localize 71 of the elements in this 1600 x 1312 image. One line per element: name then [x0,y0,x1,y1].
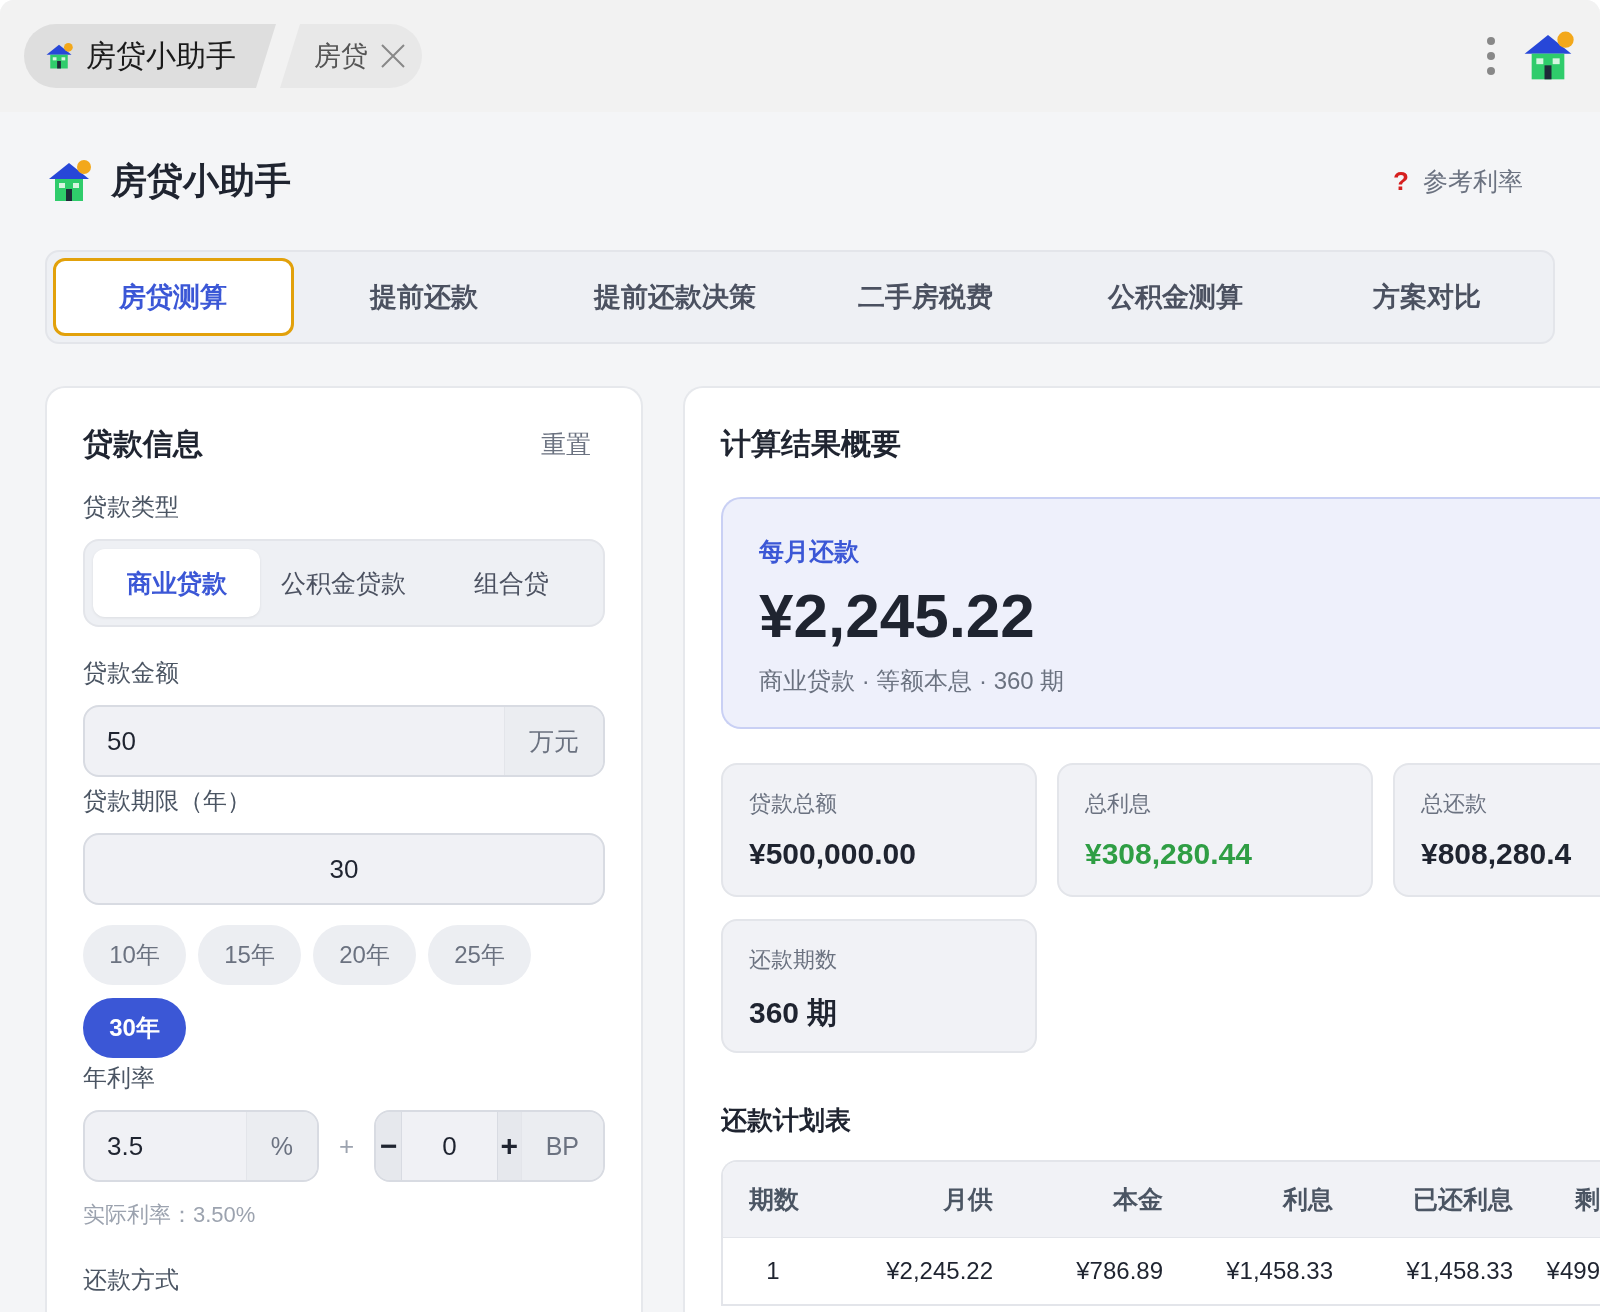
term-chip[interactable]: 20年 [313,925,416,985]
table-cell-text: 1 [765,1257,781,1285]
link-label: 参考利率 [1423,165,1523,197]
window-tab[interactable]: 房贷小助手 [24,24,276,88]
column-header: 月供 [942,1184,993,1215]
column-header: 已还利息 [1412,1184,1513,1215]
tab-label: 房贷 [314,40,368,73]
card-title: 计算结果概要 [721,426,902,462]
table-cell-text: ¥1,458.33 [1225,1257,1333,1285]
field-label: 年利率 [83,1063,156,1093]
nav-tab[interactable]: 二手房税费 [805,258,1046,336]
table-cell-text: ¥786.89 [1075,1257,1163,1285]
term-chip[interactable]: 25年 [428,925,531,985]
column-header: 利息 [1281,1184,1333,1215]
amount-input[interactable]: 50 [85,707,504,775]
stat-label: 总利息 [1085,790,1152,818]
field-label: 还款方式 [83,1265,180,1295]
loan-type-option[interactable]: 公积金贷款 [260,549,428,617]
table-cell-text: ¥499 [1545,1257,1600,1285]
page-title: 房贷小助手 [111,158,291,203]
stat-value: ¥308,280.44 [1085,837,1253,871]
reset-button[interactable]: 重置 [541,428,605,461]
effective-rate-note: 实际利率：3.50% [83,1201,257,1229]
monthly-amount: ¥2,245.22 [759,580,1036,651]
increment-button[interactable]: + [496,1112,521,1180]
house-icon [44,41,74,71]
nav-tab[interactable]: 公积金测算 [1055,258,1297,336]
rate-input[interactable]: 3.5 [85,1112,246,1180]
card-title: 贷款信息 [83,426,203,462]
loan-type-option[interactable]: 商业贷款 [93,549,261,617]
field-label: 贷款类型 [83,492,180,522]
bp-stepper[interactable]: − 0 + BP [374,1110,605,1182]
hero-note: 商业贷款 · 等额本息 · 360 期 [759,666,1066,696]
unit-label: 万元 [504,707,603,775]
help-mark: ? [1393,165,1409,197]
stat-value: 360 期 [749,995,839,1031]
nav-tab[interactable]: 方案对比 [1306,258,1547,336]
bp-input[interactable]: 0 [402,1112,497,1180]
field-label: 贷款金额 [83,658,180,688]
stat-label: 贷款总额 [749,790,838,818]
more-menu-icon[interactable] [1486,36,1496,76]
hero-label: 每月还款 [759,536,860,567]
stat-value: ¥808,280.4 [1421,837,1573,871]
rate-field[interactable]: 3.5 % [83,1110,319,1182]
field-label: 贷款期限（年） [83,786,252,816]
window-tab[interactable]: 房贷 [280,24,422,88]
plus-sign: + [338,1130,356,1162]
tab-label: 房贷小助手 [86,37,236,74]
term-chip[interactable]: 15年 [198,925,301,985]
unit-label: % [245,1112,317,1180]
table-cell-text: ¥2,245.22 [885,1257,993,1285]
amount-field[interactable]: 50 万元 [83,705,605,777]
term-chip[interactable]: 30年 [83,998,186,1058]
decrement-button[interactable]: − [376,1112,403,1180]
column-header: 剩 [1574,1184,1600,1215]
nav-tab[interactable]: 房贷测算 [53,258,294,336]
stat-label: 总还款 [1421,790,1488,818]
column-header: 期数 [748,1184,800,1215]
table-cell-text: ¥1,458.33 [1405,1257,1513,1285]
close-icon[interactable] [380,43,406,69]
reference-rate-link[interactable]: ? 参考利率 [1393,164,1523,198]
term-input[interactable]: 30 [85,835,603,903]
loan-type-option[interactable]: 组合贷 [427,549,595,617]
nav-tab[interactable]: 提前还款 [303,258,545,336]
stat-value: ¥500,000.00 [749,837,917,871]
section-title: 还款计划表 [721,1104,852,1137]
term-chip[interactable]: 10年 [83,925,186,985]
stat-label: 还款期数 [749,946,838,974]
unit-label: BP [520,1112,603,1180]
nav-tab[interactable]: 提前还款决策 [554,258,795,336]
column-header: 本金 [1111,1184,1163,1215]
